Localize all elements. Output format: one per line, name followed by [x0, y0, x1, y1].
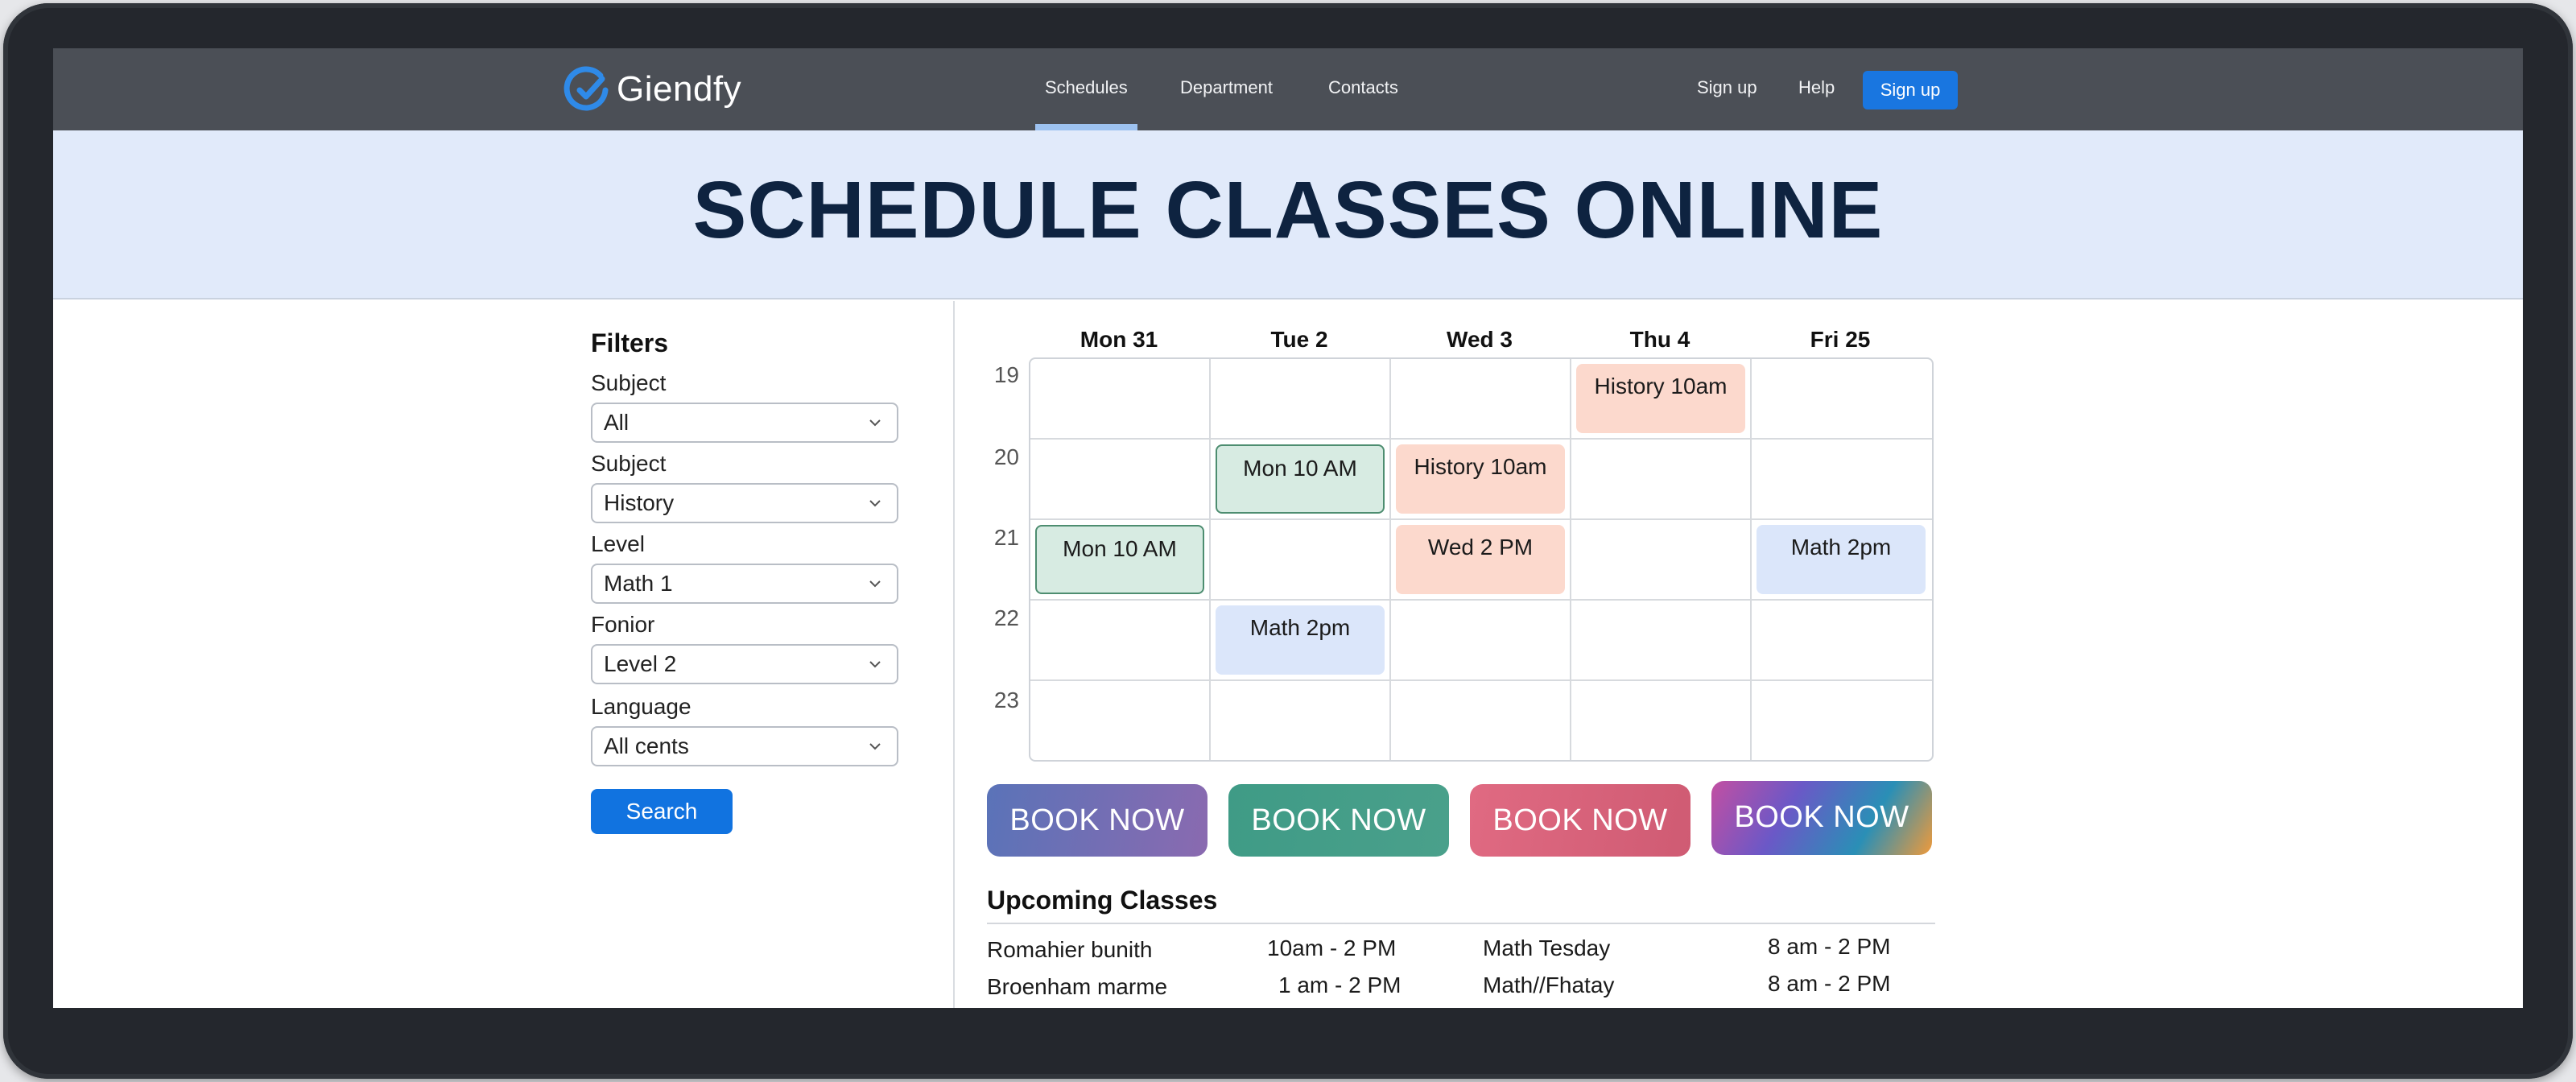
nav-link-help[interactable]: Help — [1798, 77, 1835, 98]
calendar-event[interactable]: Math 2pm — [1757, 525, 1926, 594]
grid-line — [1030, 599, 1932, 601]
filter-label-subject-2: Subject — [591, 451, 667, 476]
upcoming-class-name: Math Tesday — [1483, 935, 1611, 960]
grid-line — [1030, 518, 1932, 520]
search-button[interactable]: Search — [591, 789, 733, 834]
chevron-down-icon — [869, 580, 881, 588]
filter-label-level: Level — [591, 531, 645, 556]
filter-select-fonior[interactable]: Level 2 — [591, 644, 898, 684]
grid-line — [1570, 359, 1571, 760]
hero-banner: SCHEDULE CLASSES ONLINE — [53, 130, 2523, 299]
filters-title: Filters — [591, 328, 669, 357]
filter-select-subject-2[interactable]: History — [591, 483, 898, 523]
hour-label-20: 20 — [993, 444, 1019, 469]
chevron-down-icon — [869, 661, 881, 668]
book-now-button-4[interactable]: BOOK NOW — [1711, 781, 1932, 855]
page-title: SCHEDULE CLASSES ONLINE — [692, 165, 1884, 255]
calendar-event[interactable]: History 10am — [1576, 364, 1745, 433]
day-header-fri: Fri 25 — [1810, 327, 1871, 352]
upcoming-class-name: Math//Fhatay — [1483, 973, 1615, 997]
upcoming-classes-title: Upcoming Classes — [987, 886, 1218, 915]
filter-label-language: Language — [591, 694, 691, 719]
filter-value: Math 1 — [604, 571, 673, 596]
brand[interactable]: Giendfy — [564, 66, 741, 113]
calendar-event[interactable]: Wed 2 PM — [1396, 525, 1565, 594]
book-now-button-2[interactable]: BOOK NOW — [1228, 784, 1449, 857]
upcoming-class-name: Romahier bunith — [987, 937, 1153, 962]
day-header-wed: Wed 3 — [1447, 327, 1513, 352]
calendar-event[interactable]: Math 2pm — [1216, 605, 1385, 675]
brand-name: Giendfy — [617, 69, 742, 109]
hour-label-22: 22 — [993, 605, 1019, 630]
calendar-event[interactable]: Mon 10 AM — [1216, 444, 1385, 514]
nav-link-contacts[interactable]: Contacts — [1328, 77, 1398, 98]
filter-label-fonior: Fonior — [591, 612, 655, 637]
upcoming-class-name: Broenham marme — [987, 974, 1168, 999]
filter-value: All cents — [604, 733, 689, 758]
hour-label-21: 21 — [993, 525, 1019, 550]
grid-line — [1389, 359, 1391, 760]
brand-logo-icon — [564, 66, 609, 111]
day-header-thu: Thu 4 — [1629, 327, 1690, 352]
filter-select-language[interactable]: All cents — [591, 726, 898, 766]
filter-label-subject: Subject — [591, 370, 667, 395]
grid-line — [1030, 679, 1932, 681]
upcoming-class-time: 1 am - 2 PM — [1278, 973, 1402, 997]
day-header-mon: Mon 31 — [1080, 327, 1158, 352]
grid-line — [1750, 359, 1752, 760]
hour-label-23: 23 — [993, 688, 1019, 712]
chevron-down-icon — [869, 500, 881, 507]
calendar-event[interactable]: Mon 10 AM — [1035, 525, 1204, 594]
top-nav: Giendfy Schedules Department Contacts Si… — [53, 48, 2523, 130]
filter-select-subject[interactable]: All — [591, 403, 898, 443]
nav-link-schedules[interactable]: Schedules — [1035, 77, 1137, 130]
upcoming-divider — [987, 923, 1935, 924]
calendar-event[interactable]: History 10am — [1396, 444, 1565, 514]
chevron-down-icon — [869, 743, 881, 750]
chevron-down-icon — [869, 419, 881, 427]
filter-value: Level 2 — [604, 651, 677, 676]
book-now-button-1[interactable]: BOOK NOW — [987, 784, 1208, 857]
nav-link-sign-up[interactable]: Sign up — [1697, 77, 1757, 98]
grid-line — [1209, 359, 1211, 760]
upcoming-class-time: 8 am - 2 PM — [1768, 971, 1891, 996]
day-header-tue: Tue 2 — [1270, 327, 1328, 352]
grid-line — [1030, 438, 1932, 440]
filter-select-level[interactable]: Math 1 — [591, 564, 898, 604]
filter-value: All — [604, 410, 630, 435]
upcoming-class-time: 8 am - 2 PM — [1768, 934, 1891, 959]
upcoming-class-time: 10am - 2 PM — [1267, 935, 1397, 960]
sign-up-button[interactable]: Sign up — [1863, 71, 1958, 109]
calendar-grid: History 10am Mon 10 AM History 10am Mon 10 … — [1029, 357, 1934, 762]
book-now-button-3[interactable]: BOOK NOW — [1470, 784, 1690, 857]
filter-value: History — [604, 490, 675, 515]
nav-link-department[interactable]: Department — [1180, 77, 1273, 98]
hour-label-19: 19 — [993, 362, 1019, 387]
column-divider — [953, 301, 955, 1008]
app-screen: Giendfy Schedules Department Contacts Si… — [53, 48, 2523, 1008]
